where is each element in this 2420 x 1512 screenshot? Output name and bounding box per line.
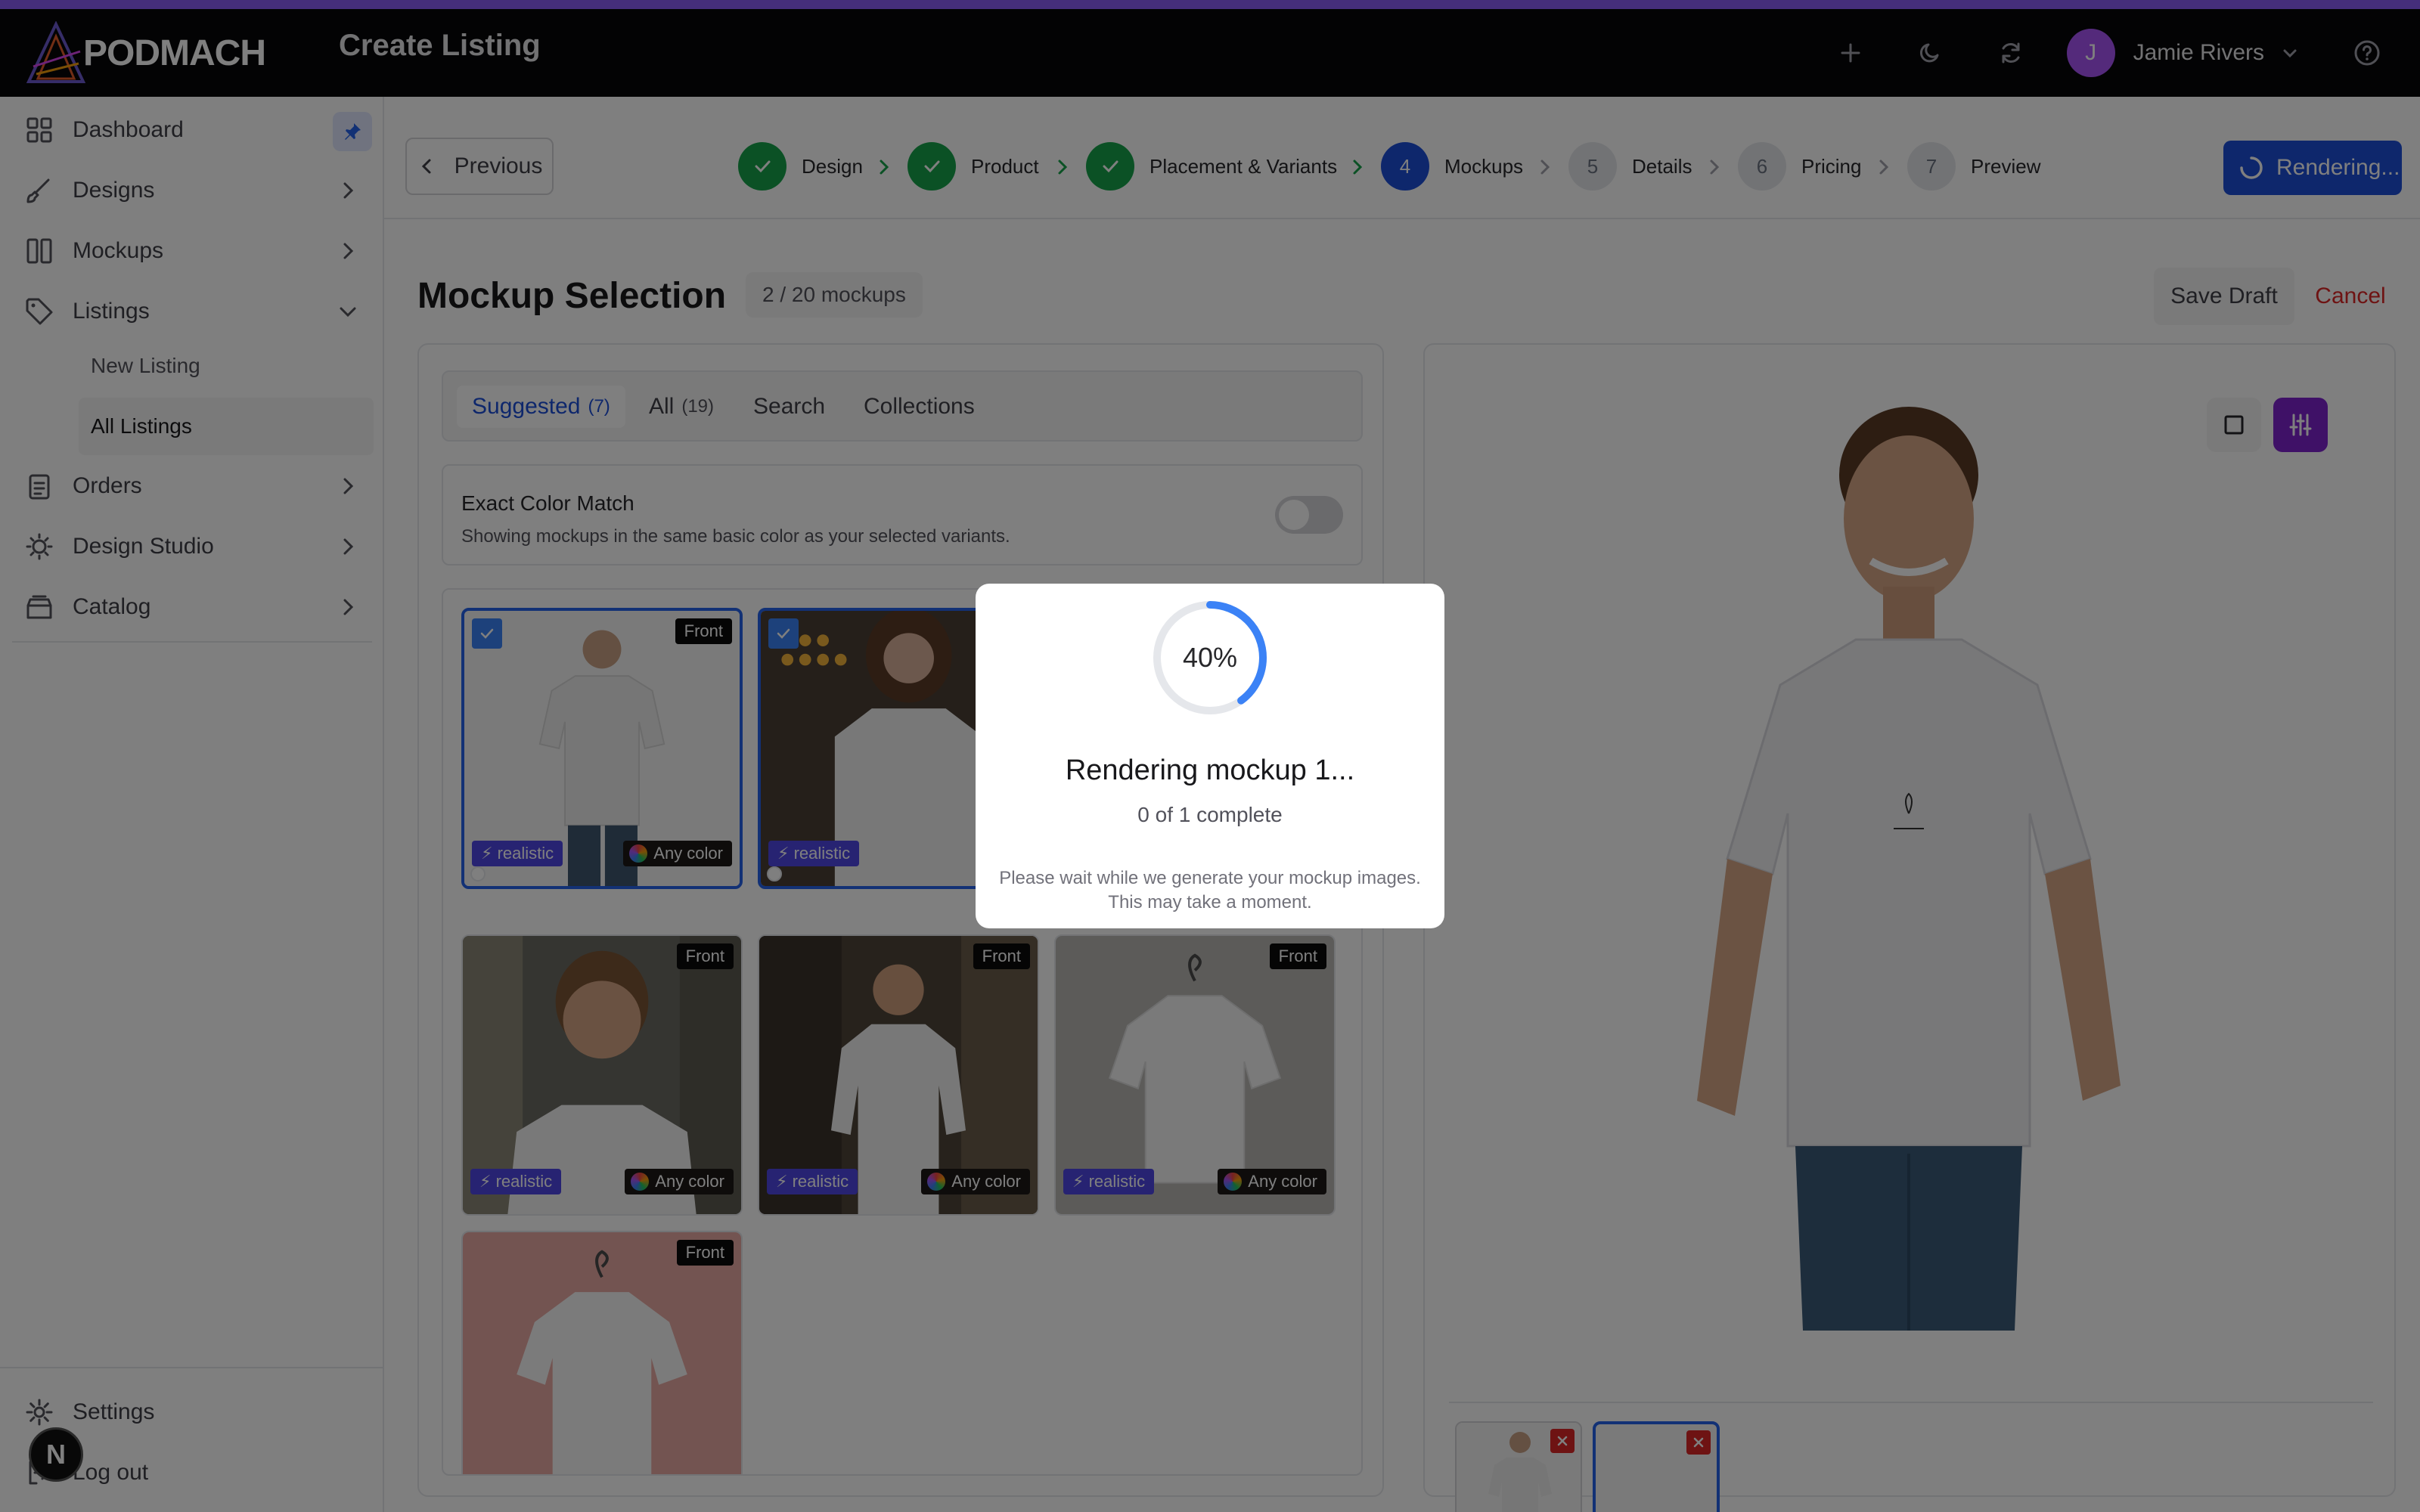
rendering-modal: 40% Rendering mockup 1... 0 of 1 complet… (976, 584, 1444, 928)
progress-percent: 40% (1182, 642, 1238, 673)
modal-note-line: Please wait while we generate your mocku… (999, 868, 1421, 888)
modal-title: Rendering mockup 1... (1065, 754, 1355, 786)
modal-subtitle: 0 of 1 complete (1137, 803, 1283, 826)
modal-note-line: This may take a moment. (1108, 892, 1312, 912)
modal-note: Please wait while we generate your mocku… (976, 866, 1444, 915)
